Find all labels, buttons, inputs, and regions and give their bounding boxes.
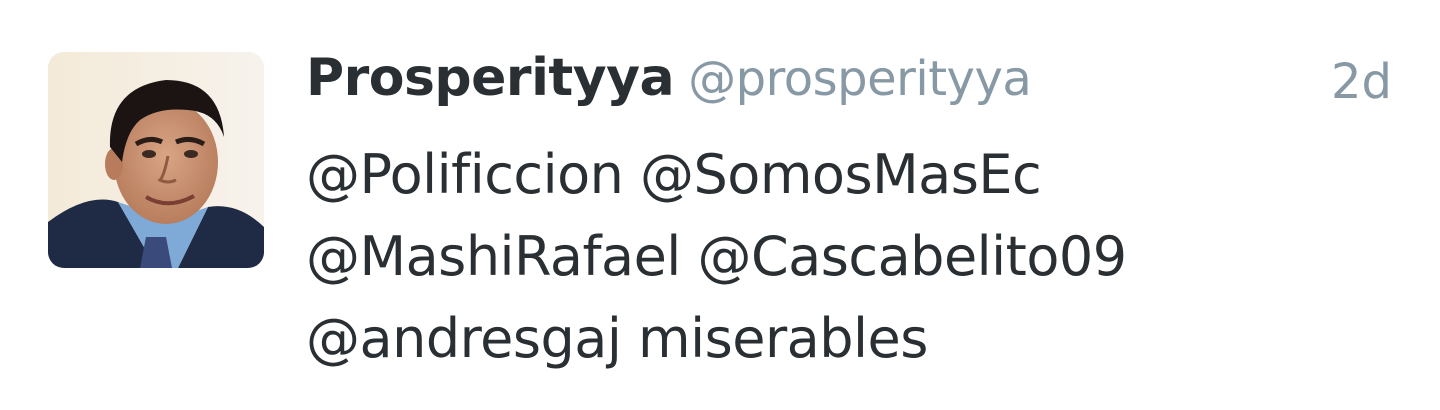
- tweet-text-line: @andresgaj miserables: [306, 298, 1386, 380]
- tweet-text: @Polificcion @SomosMasEc @MashiRafael @C…: [306, 134, 1386, 380]
- avatar-photo-icon: [48, 52, 264, 268]
- tweet-text-line-1: @Polificcion @SomosMasEc: [306, 143, 1042, 206]
- tweet-text-line: @Polificcion @SomosMasEc: [306, 134, 1386, 216]
- tweet-text-line-3: @andresgaj miserables: [306, 307, 928, 370]
- author-display-name[interactable]: Prosperityya: [306, 48, 675, 108]
- tweet-header: Prosperityya @prosperityya: [306, 48, 1032, 118]
- author-handle[interactable]: @prosperityya: [688, 51, 1032, 107]
- author-avatar[interactable]: [48, 52, 264, 268]
- tweet-timestamp[interactable]: 2d: [1331, 54, 1392, 110]
- tweet-text-line-2: @MashiRafael @Cascabelito09: [306, 225, 1127, 288]
- tweet-card[interactable]: Prosperityya @prosperityya 2d @Polificcio…: [0, 0, 1440, 410]
- tweet-text-line: @MashiRafael @Cascabelito09: [306, 216, 1386, 298]
